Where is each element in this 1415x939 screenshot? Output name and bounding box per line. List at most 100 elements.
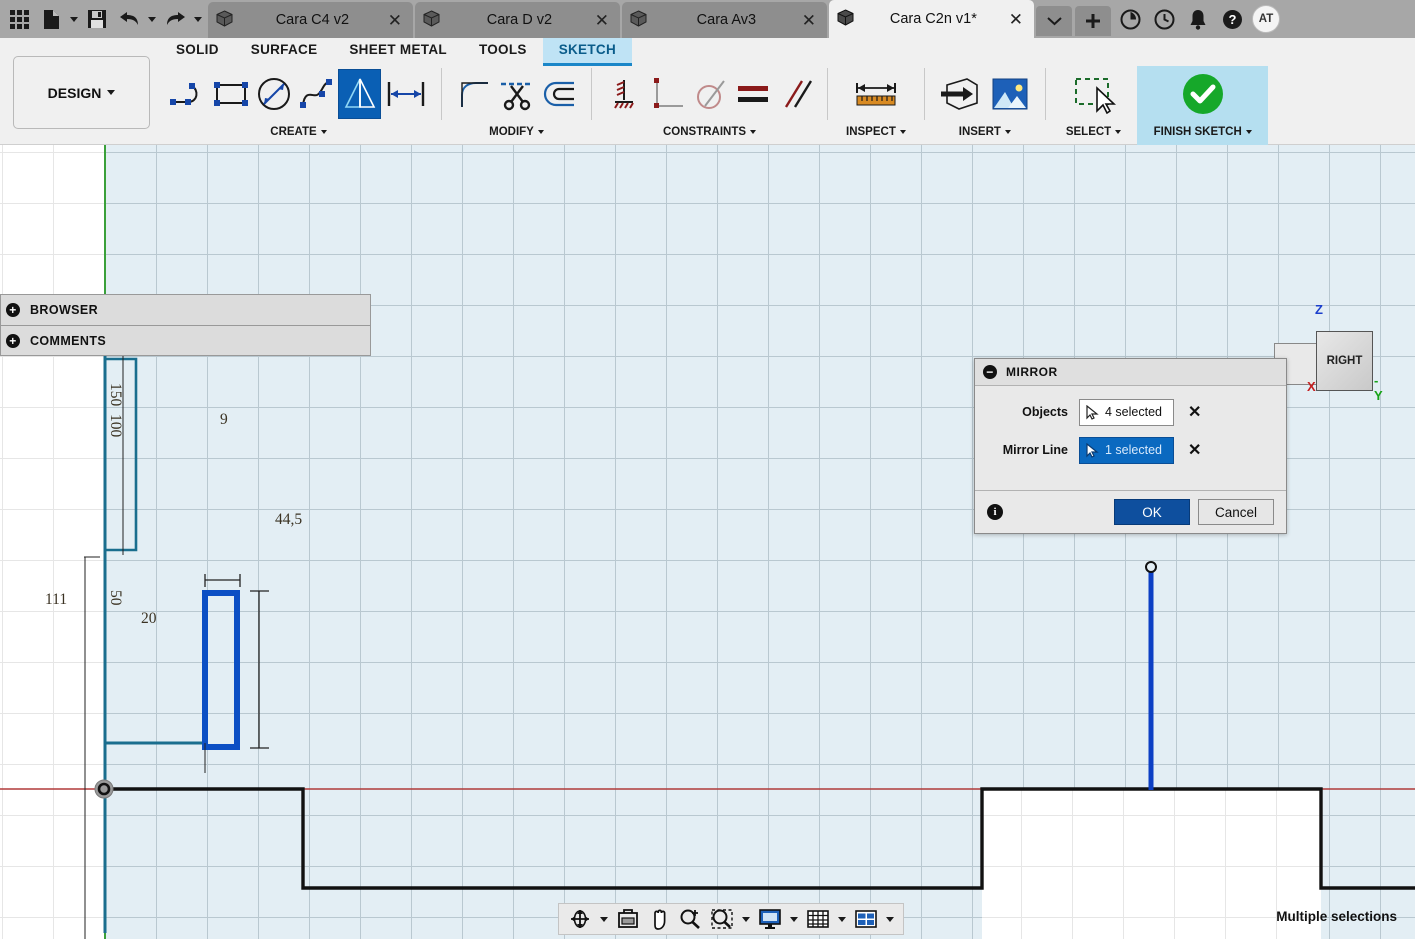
- help-icon[interactable]: ?: [1218, 5, 1246, 33]
- document-cube-icon: [423, 9, 440, 31]
- select-window-cursor-icon[interactable]: [1069, 69, 1119, 119]
- dim-9-label[interactable]: 9: [220, 411, 228, 429]
- expand-icon[interactable]: +: [6, 333, 20, 348]
- new-file-icon[interactable]: [36, 4, 66, 34]
- fix-ground-constraint-icon[interactable]: [602, 69, 645, 119]
- avatar[interactable]: AT: [1252, 5, 1280, 33]
- fit-icon[interactable]: [707, 906, 737, 932]
- document-tab-0[interactable]: Cara C4 v2 ✕: [208, 2, 413, 38]
- close-icon[interactable]: ✕: [385, 12, 405, 29]
- browser-label: BROWSER: [30, 303, 99, 317]
- ribbon-group-inspect-label[interactable]: INSPECT: [846, 122, 906, 142]
- mirror-line-clear-icon[interactable]: ✕: [1188, 440, 1201, 460]
- cancel-button[interactable]: Cancel: [1198, 499, 1274, 525]
- browser-header[interactable]: + BROWSER: [0, 294, 371, 325]
- tab-tools[interactable]: TOOLS: [463, 38, 543, 66]
- save-icon[interactable]: [82, 4, 112, 34]
- display-settings-icon[interactable]: [755, 906, 785, 932]
- fillet-tool-icon[interactable]: [452, 69, 495, 119]
- undo-chevron-down-icon[interactable]: [146, 4, 158, 34]
- offset-tool-icon[interactable]: [538, 69, 581, 119]
- tab-sheet-metal[interactable]: SHEET METAL: [333, 38, 463, 66]
- chevron-down-icon: [1245, 130, 1252, 134]
- grid-snaps-icon[interactable]: [803, 906, 833, 932]
- tab-sketch[interactable]: SKETCH: [542, 38, 633, 66]
- close-icon[interactable]: ✕: [592, 12, 612, 29]
- orbit-chevron-down-icon[interactable]: [597, 906, 611, 932]
- mirror-dialog-body: Objects 4 selected ✕ Mirror Line 1 selec…: [975, 386, 1286, 490]
- ribbon-divider: [1044, 68, 1046, 120]
- perpendicular-constraint-icon[interactable]: [645, 69, 688, 119]
- ribbon-group-modify-label[interactable]: MODIFY: [489, 122, 544, 142]
- collapse-icon[interactable]: −: [983, 365, 997, 379]
- cursor-arrow-icon: [1086, 442, 1099, 458]
- orbit-icon[interactable]: [565, 906, 595, 932]
- rectangle-tool-icon[interactable]: [209, 69, 252, 119]
- zoom-icon[interactable]: [675, 906, 705, 932]
- mirror-dialog[interactable]: − MIRROR Objects 4 selected ✕ Mirror Lin…: [974, 358, 1287, 534]
- viewports-icon[interactable]: [851, 906, 881, 932]
- document-tab-3[interactable]: Cara C2n v1* ✕: [829, 0, 1034, 38]
- dim-111-label[interactable]: 111: [45, 591, 67, 609]
- parallel-constraint-icon[interactable]: [774, 69, 817, 119]
- extensions-icon[interactable]: [1116, 5, 1144, 33]
- redo-icon[interactable]: [160, 4, 190, 34]
- apps-grid-icon[interactable]: [4, 4, 34, 34]
- dim-150-label[interactable]: 150: [106, 383, 124, 406]
- view-cube-front-face[interactable]: RIGHT: [1316, 331, 1373, 391]
- document-tab-2[interactable]: Cara Av3 ✕: [622, 2, 827, 38]
- dim-20-label[interactable]: 20: [141, 610, 157, 628]
- close-icon[interactable]: ✕: [799, 12, 819, 29]
- job-status-clock-icon[interactable]: [1150, 5, 1178, 33]
- info-icon[interactable]: i: [987, 504, 1003, 520]
- measure-tool-icon[interactable]: [851, 69, 901, 119]
- equal-constraint-icon[interactable]: [731, 69, 774, 119]
- fit-chevron-down-icon[interactable]: [739, 906, 753, 932]
- mirror-objects-clear-icon[interactable]: ✕: [1188, 402, 1201, 422]
- chevron-down-icon: [750, 130, 757, 134]
- insert-canvas-image-icon[interactable]: [985, 69, 1035, 119]
- expand-icon[interactable]: +: [6, 303, 20, 317]
- ribbon-group-select-label[interactable]: SELECT: [1066, 122, 1122, 142]
- view-cube[interactable]: RIGHT Z X -Y: [1274, 302, 1383, 403]
- mirror-dialog-header[interactable]: − MIRROR: [975, 359, 1286, 386]
- tab-list-chevron-icon[interactable]: [1036, 6, 1072, 36]
- ok-button[interactable]: OK: [1114, 499, 1190, 525]
- notifications-bell-icon[interactable]: [1184, 5, 1212, 33]
- dim-50-label[interactable]: 50: [106, 590, 124, 606]
- trim-tool-icon[interactable]: [495, 69, 538, 119]
- ribbon-group-constraints-label[interactable]: CONSTRAINTS: [663, 122, 757, 142]
- insert-derive-icon[interactable]: [935, 69, 985, 119]
- redo-chevron-down-icon[interactable]: [192, 4, 204, 34]
- mirror-line-select-button[interactable]: 1 selected: [1079, 436, 1174, 464]
- mirror-objects-select-button[interactable]: 4 selected: [1079, 398, 1174, 426]
- undo-icon[interactable]: [114, 4, 144, 34]
- look-at-icon[interactable]: [613, 906, 643, 932]
- sketch-dimension-icon[interactable]: [381, 69, 431, 119]
- comments-header[interactable]: + COMMENTS: [0, 325, 371, 356]
- document-tab-label: Cara Av3: [696, 12, 757, 28]
- display-settings-chevron-down-icon[interactable]: [787, 906, 801, 932]
- new-file-chevron-down-icon[interactable]: [68, 4, 80, 34]
- dim-44-5-label[interactable]: 44,5: [275, 511, 302, 529]
- sketch-canvas[interactable]: 150 100 50 111 9 44,5 20 + BROWSER + COM…: [0, 145, 1415, 939]
- document-tab-1[interactable]: Cara D v2 ✕: [415, 2, 620, 38]
- line-tool-icon[interactable]: [166, 69, 209, 119]
- ribbon-group-create-label[interactable]: CREATE: [270, 122, 327, 142]
- circle-tool-icon[interactable]: [252, 69, 295, 119]
- spline-tool-icon[interactable]: [295, 69, 338, 119]
- grid-snaps-chevron-down-icon[interactable]: [835, 906, 849, 932]
- tab-solid[interactable]: SOLID: [160, 38, 235, 66]
- pan-icon[interactable]: [645, 906, 673, 932]
- new-tab-icon[interactable]: [1075, 6, 1111, 36]
- tab-surface[interactable]: SURFACE: [235, 38, 334, 66]
- finish-sketch-button[interactable]: FINISH SKETCH: [1137, 66, 1269, 145]
- workspace-switcher-button[interactable]: DESIGN: [13, 56, 150, 129]
- viewports-chevron-down-icon[interactable]: [883, 906, 897, 932]
- ribbon-group-insert-label[interactable]: INSERT: [959, 122, 1011, 142]
- dim-100-label[interactable]: 100: [106, 414, 124, 437]
- mirror-tool-icon[interactable]: [338, 69, 381, 119]
- close-icon[interactable]: ✕: [1006, 11, 1026, 28]
- tangent-constraint-icon[interactable]: [688, 69, 731, 119]
- svg-text:?: ?: [1228, 12, 1236, 27]
